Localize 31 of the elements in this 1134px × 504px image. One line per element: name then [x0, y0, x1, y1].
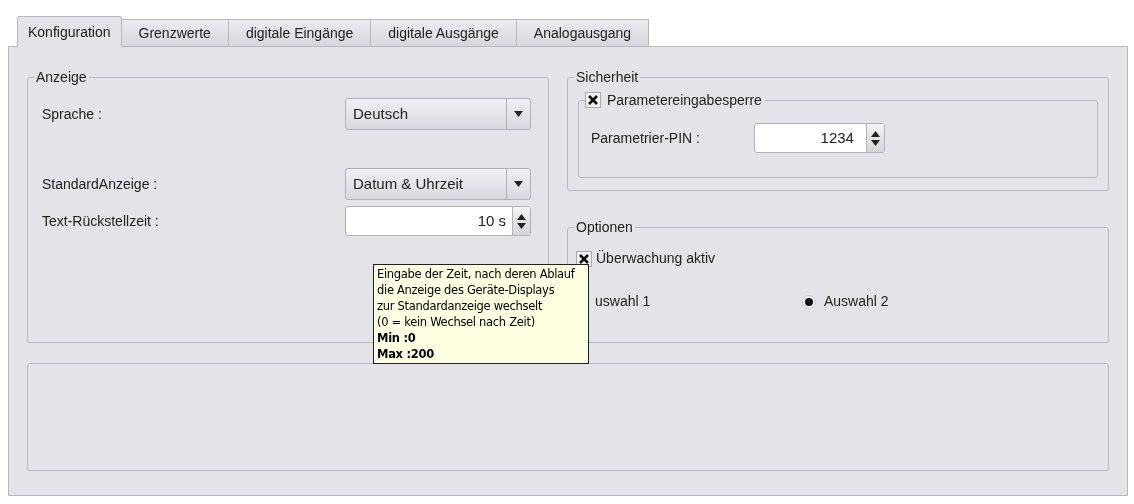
- checkbox[interactable]: [585, 92, 601, 108]
- field-label: Parametrier-PIN :: [591, 128, 700, 148]
- radio-button[interactable]: [802, 294, 816, 309]
- field-label: Sprache :: [42, 104, 102, 124]
- caret-icon: [514, 181, 523, 187]
- spin-buttons[interactable]: [865, 124, 884, 152]
- display-dropdown[interactable]: Datum & Uhrzeit: [345, 168, 531, 200]
- checkbox-label: Parametereingabesperre: [601, 91, 765, 109]
- tooltip-text: Max :200: [377, 346, 435, 362]
- field-label: Text-Rückstellzeit :: [42, 211, 159, 231]
- tooltip-text: Min :0: [377, 330, 417, 346]
- spin-buttons[interactable]: [512, 207, 530, 235]
- tooltip-text: Eingabe der Zeit, nach deren Ablauf: [377, 266, 576, 282]
- radio-label[interactable]: Auswahl 2: [824, 291, 889, 312]
- tab[interactable]: digitale Eingänge: [228, 19, 372, 46]
- group-title: Optionen: [574, 218, 635, 236]
- reset-time-spinbox[interactable]: 10 s: [345, 206, 531, 236]
- radio-label[interactable]: uswahl 1: [595, 291, 651, 312]
- group-title: Anzeige: [34, 68, 89, 86]
- tab[interactable]: Grenzwerte: [121, 19, 229, 46]
- tab[interactable]: Analogausgang: [516, 19, 650, 46]
- checkbox-label: Überwachung aktiv: [596, 249, 716, 268]
- tab[interactable]: digitale Ausgänge: [371, 19, 517, 46]
- pin-spinbox[interactable]: 1234: [753, 123, 885, 153]
- tooltip-text: (0 = kein Wechsel nach Zeit): [377, 314, 536, 330]
- tab[interactable]: Konfiguration: [17, 16, 122, 47]
- field-label: StandardAnzeige :: [42, 174, 158, 194]
- tooltip-text: zur Standardanzeige wechselt: [377, 298, 544, 314]
- tooltip-text: die Anzeige des Geräte-Displays: [377, 282, 556, 298]
- language-dropdown[interactable]: Deutsch: [345, 98, 531, 130]
- caret-icon: [514, 111, 523, 117]
